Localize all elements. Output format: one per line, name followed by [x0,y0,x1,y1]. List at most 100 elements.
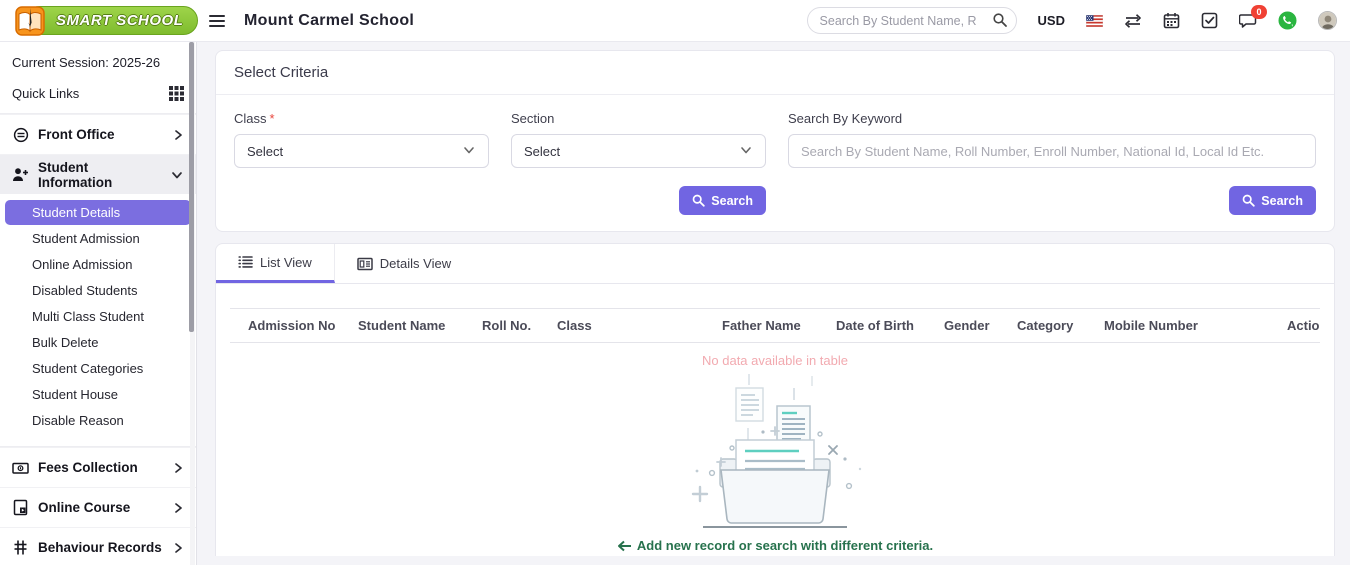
column-header[interactable]: Category [1009,309,1096,343]
sidebar-item-fees-collection[interactable]: Fees Collection [0,447,196,487]
section-select[interactable]: Select [511,134,766,168]
sidebar-item-student-categories[interactable]: Student Categories [5,356,191,381]
panel-title: Select Criteria [216,51,1334,95]
column-header[interactable]: Gender [936,309,1009,343]
sidebar-item-online-course[interactable]: Online Course [0,487,196,527]
avatar[interactable] [1318,11,1337,30]
language-flag-button[interactable] [1086,15,1103,27]
student-information-icon [12,167,29,182]
app-window: SMART SCHOOL Mount Carmel School USD [0,0,1350,565]
chevron-right-icon [172,541,184,555]
list-view-icon [238,255,253,269]
class-select[interactable]: Select [234,134,489,168]
chevron-right-icon [172,128,184,142]
calendar-icon [1163,12,1180,29]
sidebar-item-disable-reason[interactable]: Disable Reason [5,408,191,433]
column-header: Action [1279,309,1320,343]
empty-hint-text: Add new record or search with different … [637,538,933,553]
sidebar-item-label: Fees Collection [38,460,138,475]
view-tabs: List View Details View [216,244,1334,284]
smart-school-book-icon [13,5,47,37]
fees-collection-icon [12,460,29,476]
sidebar-scrollbar[interactable] [190,42,195,565]
header-search [807,7,1017,34]
logo-text: SMART SCHOOL [56,12,183,29]
sidebar-item-bulk-delete[interactable]: Bulk Delete [5,330,191,355]
sidebar-item-front-office[interactable]: Front Office [0,114,196,154]
column-header[interactable]: Father Name [714,309,828,343]
page-title: Mount Carmel School [244,12,414,30]
hamburger-icon[interactable] [209,15,225,27]
section-select-value: Select [524,144,560,159]
keyword-search-button[interactable]: Search [1229,186,1316,215]
class-select-value: Select [247,144,283,159]
sidebar-item-student-house[interactable]: Student House [5,382,191,407]
chevron-down-icon [739,144,753,159]
search-icon[interactable] [992,12,1008,28]
swap-sessions-button[interactable] [1124,13,1142,29]
column-header[interactable]: Admission No [230,309,350,343]
sidebar-item-multi-class-student[interactable]: Multi Class Student [5,304,191,329]
keyword-input[interactable] [788,134,1316,168]
left-arrow-icon [617,540,632,552]
tab-details-view[interactable]: Details View [335,244,473,283]
search-icon [1242,194,1255,207]
quick-links[interactable]: Quick Links [0,80,196,114]
search-icon [692,194,705,207]
required-marker: * [270,111,275,126]
select-criteria-panel: Select Criteria Class* Select [215,50,1335,232]
empty-state-illustration [230,374,1320,534]
sidebar: Current Session: 2025-26 Quick Links [0,42,197,565]
sidebar-item-behaviour-records[interactable]: Behaviour Records [0,527,196,565]
todo-button[interactable] [1201,12,1218,29]
tab-label: Details View [380,256,451,271]
current-session-label: Current Session: 2025-26 [0,42,196,80]
whatsapp-button[interactable] [1278,11,1297,30]
sidebar-item-student-admission[interactable]: Student Admission [5,226,191,251]
sidebar-item-student-details[interactable]: Student Details [5,200,191,225]
column-header[interactable]: Mobile Number [1096,309,1279,343]
search-button[interactable]: Search [679,186,766,215]
front-office-icon [12,127,29,143]
details-view-icon [357,257,373,271]
sidebar-item-label: Behaviour Records [38,540,162,555]
task-check-icon [1201,12,1218,29]
whatsapp-icon [1278,11,1297,30]
section-label: Section [511,111,766,126]
grid-icon [169,86,184,101]
students-table: Admission No Student Name Roll No. Class… [216,284,1334,553]
tab-list-view[interactable]: List View [216,244,335,283]
column-header[interactable]: Roll No. [474,309,549,343]
chevron-down-icon [170,169,184,181]
swap-icon [1124,13,1142,29]
currency-selector[interactable]: USD [1038,13,1065,28]
column-header[interactable]: Class [549,309,714,343]
messages-button[interactable]: 0 [1239,12,1257,29]
empty-hint: Add new record or search with different … [230,538,1320,553]
class-label: Class* [234,111,489,126]
student-information-submenu: Student Details Student Admission Online… [0,194,196,447]
avatar-image [1319,12,1337,30]
logo[interactable]: SMART SCHOOL [0,5,197,37]
header-search-input[interactable] [807,7,1017,34]
calendar-button[interactable] [1163,12,1180,29]
behaviour-records-icon [12,539,29,556]
sidebar-item-label: Student Information [38,160,161,190]
empty-table-message: No data available in table [230,343,1320,368]
top-bar: SMART SCHOOL Mount Carmel School USD [0,0,1350,42]
sidebar-item-label: Front Office [38,127,115,142]
sidebar-item-label: Online Course [38,500,130,515]
chat-badge: 0 [1251,5,1267,19]
chevron-down-icon [462,144,476,159]
column-header[interactable]: Date of Birth [828,309,936,343]
column-header[interactable]: Student Name [350,309,474,343]
sidebar-item-online-admission[interactable]: Online Admission [5,252,191,277]
sidebar-item-disabled-students[interactable]: Disabled Students [5,278,191,303]
main-content: Select Criteria Class* Select [197,42,1350,565]
results-panel: List View Details View [215,243,1335,556]
chevron-right-icon [172,501,184,515]
quick-links-label: Quick Links [12,86,79,101]
sidebar-item-student-information[interactable]: Student Information [0,154,196,194]
chevron-right-icon [172,461,184,475]
online-course-icon [12,499,29,516]
